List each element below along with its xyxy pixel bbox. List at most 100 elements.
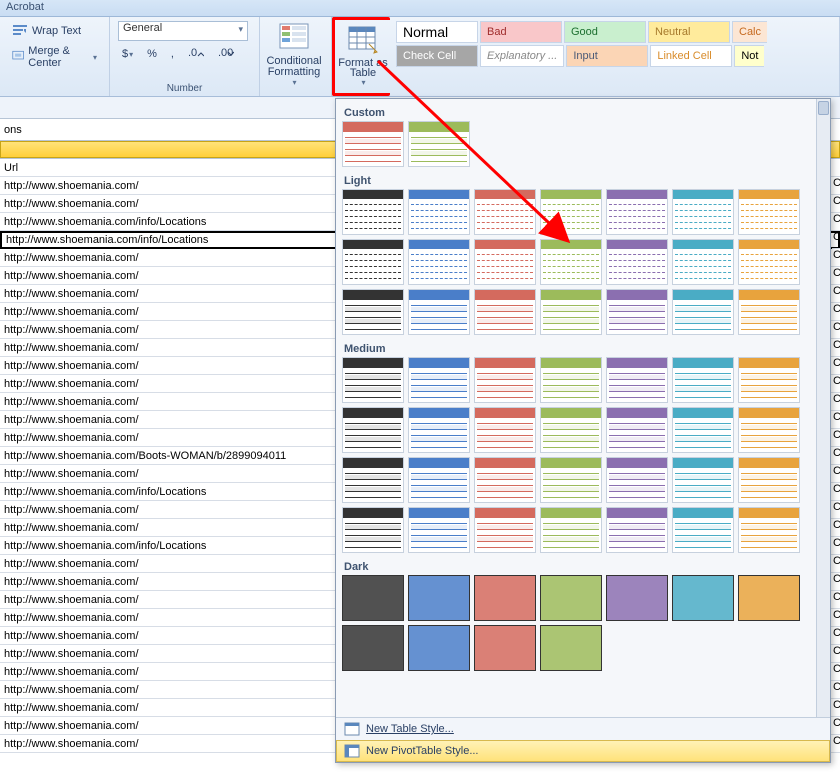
style-normal[interactable]: Normal bbox=[396, 21, 478, 43]
table-style-swatch[interactable] bbox=[540, 239, 602, 285]
table-style-swatch[interactable] bbox=[342, 289, 404, 335]
table-style-swatch[interactable] bbox=[408, 121, 470, 167]
percent-button[interactable]: % bbox=[143, 45, 161, 63]
table-style-swatch[interactable] bbox=[672, 239, 734, 285]
pivot-icon bbox=[344, 744, 360, 758]
style-input[interactable]: Input bbox=[566, 45, 648, 67]
style-good[interactable]: Good bbox=[564, 21, 646, 43]
table-style-swatch[interactable] bbox=[408, 357, 470, 403]
table-style-swatch[interactable] bbox=[540, 357, 602, 403]
section-custom: Custom bbox=[342, 103, 816, 121]
format-as-table-button[interactable]: Format as Table▾ bbox=[336, 22, 390, 88]
table-style-swatch[interactable] bbox=[606, 239, 668, 285]
merge-center-button[interactable]: Merge & Center▾ bbox=[8, 43, 101, 71]
table-style-swatch[interactable] bbox=[540, 407, 602, 453]
style-bad[interactable]: Bad bbox=[480, 21, 562, 43]
chevron-down-icon: ▾ bbox=[93, 53, 97, 62]
table-style-swatch[interactable] bbox=[540, 289, 602, 335]
number-format-select[interactable]: General bbox=[118, 21, 248, 41]
style-explanatory[interactable]: Explanatory ... bbox=[480, 45, 564, 67]
table-icon bbox=[344, 722, 360, 736]
table-style-swatch[interactable] bbox=[540, 507, 602, 553]
table-style-swatch[interactable] bbox=[408, 625, 470, 671]
increase-decimal-button[interactable]: .0 bbox=[184, 45, 208, 63]
table-style-swatch[interactable] bbox=[672, 189, 734, 235]
table-style-swatch[interactable] bbox=[408, 575, 470, 621]
conditional-formatting-button[interactable]: Conditional Formatting▾ bbox=[262, 21, 326, 87]
table-style-swatch[interactable] bbox=[738, 507, 800, 553]
table-style-swatch[interactable] bbox=[738, 407, 800, 453]
table-style-swatch[interactable] bbox=[474, 625, 536, 671]
merge-icon bbox=[12, 49, 24, 65]
app-title: Acrobat bbox=[6, 1, 44, 13]
table-style-swatch[interactable] bbox=[342, 625, 404, 671]
style-check-cell[interactable]: Check Cell bbox=[396, 45, 478, 67]
table-style-swatch[interactable] bbox=[474, 189, 536, 235]
table-style-swatch[interactable] bbox=[606, 407, 668, 453]
table-style-swatch[interactable] bbox=[408, 239, 470, 285]
table-style-swatch[interactable] bbox=[606, 507, 668, 553]
comma-button[interactable]: , bbox=[167, 45, 178, 63]
table-style-swatch[interactable] bbox=[672, 507, 734, 553]
style-linked-cell[interactable]: Linked Cell bbox=[650, 45, 732, 67]
svg-text:.00: .00 bbox=[218, 47, 233, 59]
table-style-swatch[interactable] bbox=[342, 575, 404, 621]
cell-styles-gallery[interactable]: Normal Bad Good Neutral Calc Check Cell … bbox=[394, 19, 804, 69]
table-style-swatch[interactable] bbox=[738, 239, 800, 285]
table-style-swatch[interactable] bbox=[606, 575, 668, 621]
table-style-swatch[interactable] bbox=[474, 357, 536, 403]
table-style-swatch[interactable] bbox=[606, 457, 668, 503]
scrollbar-thumb[interactable] bbox=[818, 101, 829, 115]
style-note[interactable]: Not bbox=[734, 45, 764, 67]
table-style-swatch[interactable] bbox=[738, 457, 800, 503]
table-style-swatch[interactable] bbox=[672, 357, 734, 403]
gallery-scrollbar[interactable] bbox=[816, 99, 830, 717]
number-group-label: Number bbox=[118, 82, 251, 94]
table-style-swatch[interactable] bbox=[408, 289, 470, 335]
table-style-swatch[interactable] bbox=[672, 575, 734, 621]
table-style-swatch[interactable] bbox=[540, 625, 602, 671]
table-style-swatch[interactable] bbox=[738, 357, 800, 403]
table-style-swatch[interactable] bbox=[474, 407, 536, 453]
wrap-text-button[interactable]: Wrap Text bbox=[8, 21, 85, 41]
new-pivottable-style-button[interactable]: New PivotTable Style... bbox=[336, 740, 830, 762]
table-style-swatch[interactable] bbox=[408, 457, 470, 503]
table-style-swatch[interactable] bbox=[408, 407, 470, 453]
table-style-swatch[interactable] bbox=[606, 289, 668, 335]
style-neutral[interactable]: Neutral bbox=[648, 21, 730, 43]
table-style-swatch[interactable] bbox=[738, 575, 800, 621]
table-style-swatch[interactable] bbox=[474, 289, 536, 335]
table-style-swatch[interactable] bbox=[738, 289, 800, 335]
svg-text:.0: .0 bbox=[188, 47, 197, 59]
table-style-swatch[interactable] bbox=[408, 507, 470, 553]
table-style-swatch[interactable] bbox=[672, 289, 734, 335]
table-style-swatch[interactable] bbox=[342, 457, 404, 503]
table-style-swatch[interactable] bbox=[540, 457, 602, 503]
wrap-text-icon bbox=[12, 23, 28, 39]
table-style-swatch[interactable] bbox=[474, 507, 536, 553]
table-style-swatch[interactable] bbox=[672, 457, 734, 503]
table-style-swatch[interactable] bbox=[672, 407, 734, 453]
table-style-swatch[interactable] bbox=[606, 357, 668, 403]
table-style-swatch[interactable] bbox=[342, 121, 404, 167]
table-style-swatch[interactable] bbox=[342, 507, 404, 553]
decrease-decimal-button[interactable]: .00 bbox=[214, 45, 238, 63]
table-style-swatch[interactable] bbox=[342, 189, 404, 235]
section-medium: Medium bbox=[342, 339, 816, 357]
table-style-swatch[interactable] bbox=[408, 189, 470, 235]
currency-button[interactable]: $▾ bbox=[118, 45, 137, 63]
table-style-swatch[interactable] bbox=[474, 239, 536, 285]
table-style-swatch[interactable] bbox=[474, 575, 536, 621]
table-style-swatch[interactable] bbox=[606, 189, 668, 235]
style-calculation[interactable]: Calc bbox=[732, 21, 767, 43]
table-style-swatch[interactable] bbox=[540, 189, 602, 235]
table-style-swatch[interactable] bbox=[342, 407, 404, 453]
title-bar: Acrobat bbox=[0, 0, 840, 17]
new-table-style-button[interactable]: New Table Style... bbox=[336, 718, 830, 740]
table-style-swatch[interactable] bbox=[342, 239, 404, 285]
table-style-swatch[interactable] bbox=[474, 457, 536, 503]
table-style-swatch[interactable] bbox=[342, 357, 404, 403]
table-style-swatch[interactable] bbox=[540, 575, 602, 621]
table-style-swatch[interactable] bbox=[738, 189, 800, 235]
conditional-formatting-icon bbox=[278, 22, 310, 54]
